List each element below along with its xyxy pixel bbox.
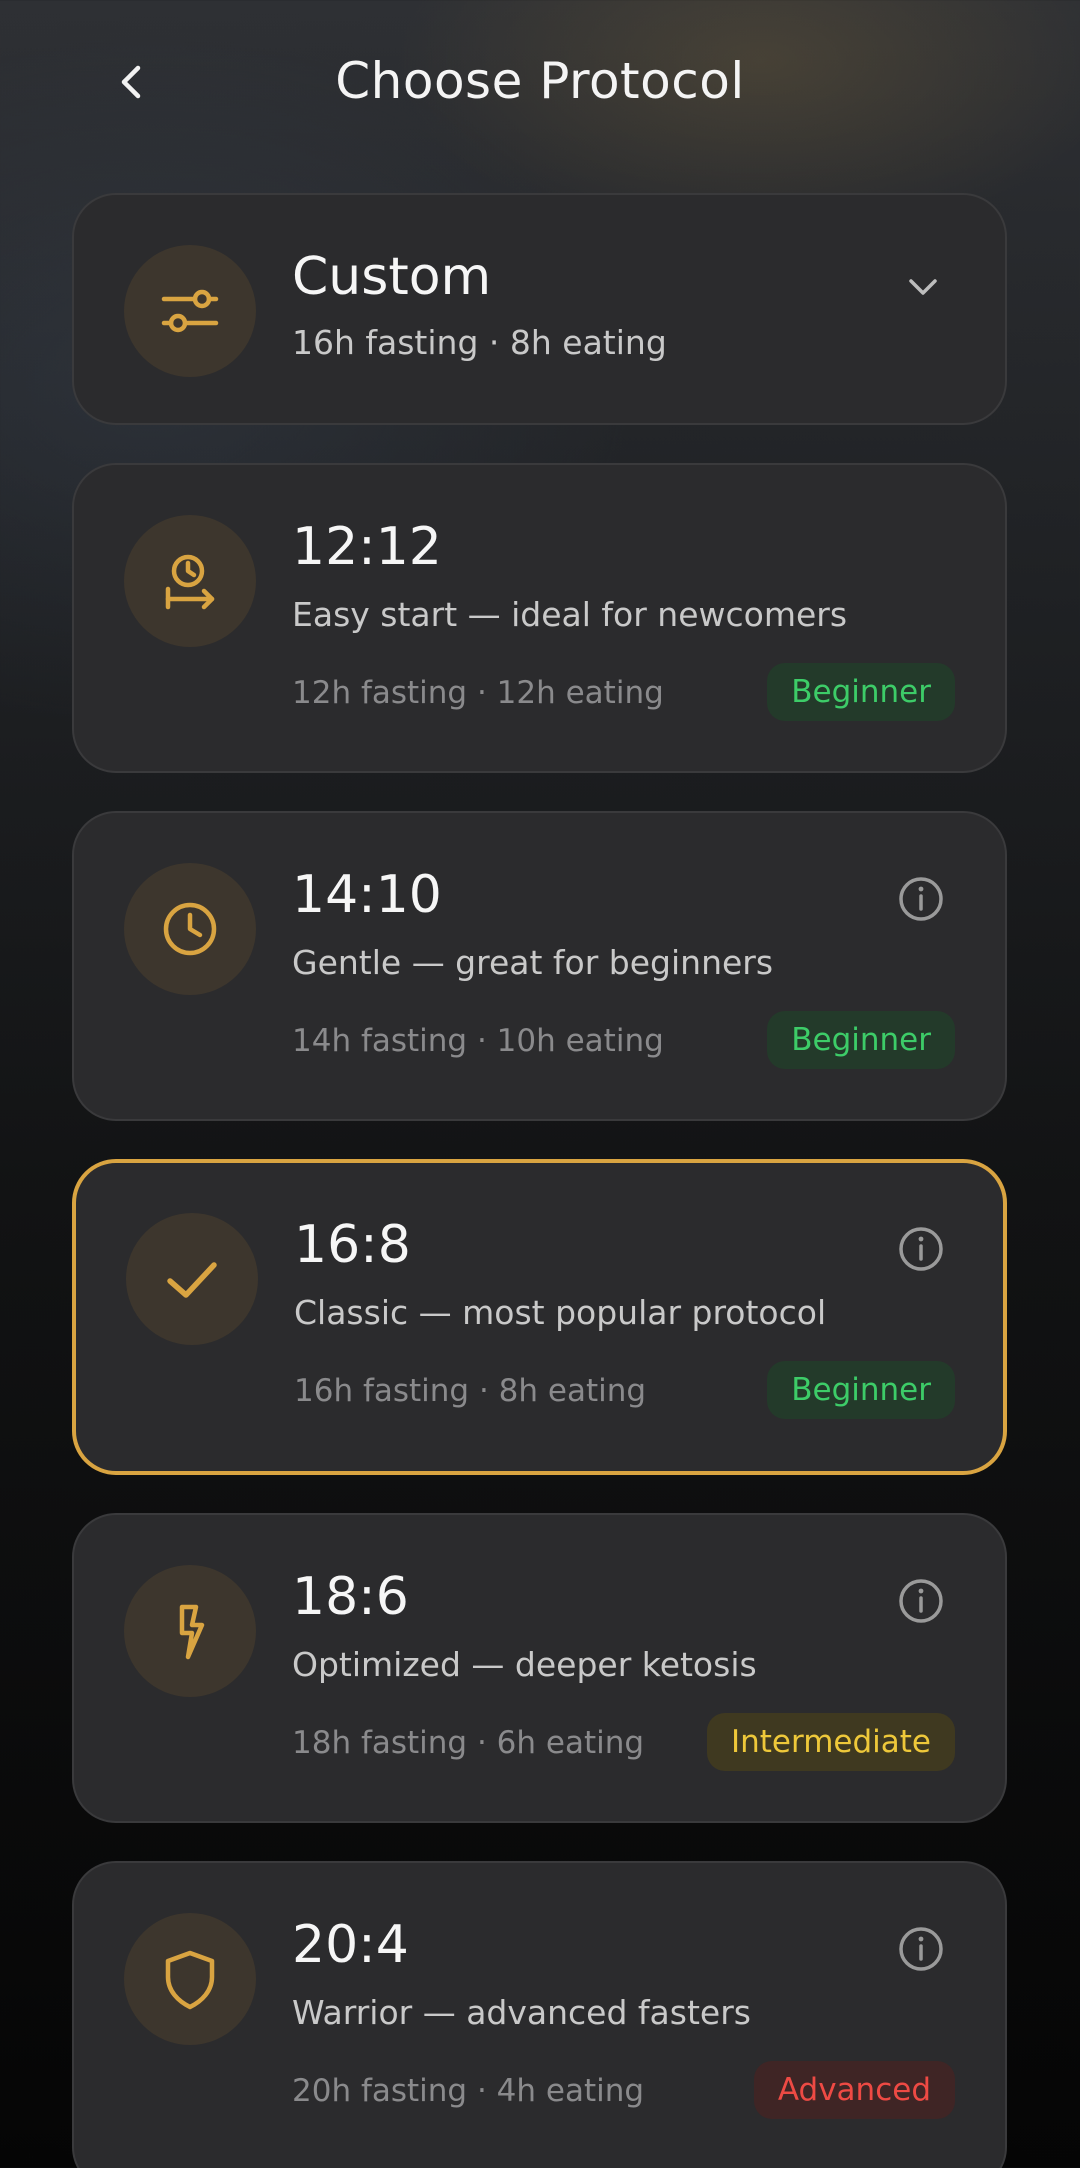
clock-arrow-icon: [165, 554, 215, 610]
shield-icon: [165, 1950, 215, 2010]
icon-circle: [124, 863, 256, 995]
protocol-description: Optimized — deeper ketosis: [292, 1645, 757, 1684]
info-button[interactable]: [895, 1923, 947, 1975]
level-badge: Beginner: [767, 1011, 955, 1069]
protocol-meta: 18h fasting · 6h eating: [292, 1725, 645, 1761]
protocol-meta: 14h fasting · 10h eating: [292, 1023, 664, 1059]
protocol-meta: 20h fasting · 4h eating: [292, 2073, 645, 2109]
icon-circle: [124, 245, 256, 377]
level-badge: Beginner: [767, 1361, 955, 1419]
clock-icon: [163, 902, 217, 956]
expand-button[interactable]: [901, 265, 945, 309]
protocol-meta: 12h fasting · 12h eating: [292, 675, 664, 711]
level-badge: Intermediate: [706, 1713, 955, 1771]
info-icon: [899, 1927, 943, 1971]
protocol-description: Warrior — advanced fasters: [292, 1993, 751, 2032]
protocol-title: 20:4: [292, 1915, 409, 1975]
protocol-description: Gentle — great for beginners: [292, 943, 774, 982]
header: Choose Protocol: [0, 0, 1080, 170]
protocol-description: Classic — most popular protocol: [294, 1293, 827, 1332]
sliders-icon: [161, 289, 219, 333]
protocol-title: 12:12: [292, 517, 442, 577]
protocol-description: Easy start — ideal for newcomers: [292, 595, 848, 634]
icon-circle: [124, 1913, 256, 2045]
lightning-icon: [179, 1604, 205, 1660]
protocol-meta: 16h fasting · 8h eating: [294, 1373, 647, 1409]
protocol-card-14-10[interactable]: 14:10 Gentle — great for beginners 14h f…: [72, 811, 1007, 1121]
protocol-title: 16:8: [294, 1215, 411, 1275]
custom-title: Custom: [292, 247, 492, 307]
info-button[interactable]: [895, 1575, 947, 1627]
protocol-card-20-4[interactable]: 20:4 Warrior — advanced fasters 20h fast…: [72, 1861, 1007, 2168]
protocol-title: 18:6: [292, 1567, 409, 1627]
protocol-card-16-8[interactable]: 16:8 Classic — most popular protocol 16h…: [72, 1159, 1007, 1475]
protocol-card-18-6[interactable]: 18:6 Optimized — deeper ketosis 18h fast…: [72, 1513, 1007, 1823]
level-badge: Beginner: [767, 663, 955, 721]
custom-protocol-card[interactable]: Custom 16h fasting · 8h eating: [72, 193, 1007, 425]
info-icon: [899, 877, 943, 921]
info-button[interactable]: [895, 873, 947, 925]
page-title: Choose Protocol: [335, 52, 745, 110]
chevron-down-icon: [909, 279, 937, 295]
info-icon: [899, 1579, 943, 1623]
icon-circle: [124, 1565, 256, 1697]
protocol-card-12-12[interactable]: 12:12 Easy start — ideal for newcomers 1…: [72, 463, 1007, 773]
level-badge: Advanced: [753, 2061, 955, 2119]
check-icon: [167, 1262, 217, 1298]
info-button[interactable]: [895, 1223, 947, 1275]
icon-circle: [126, 1213, 258, 1345]
icon-circle: [124, 515, 256, 647]
custom-subtitle: 16h fasting · 8h eating: [292, 323, 667, 362]
protocol-title: 14:10: [292, 865, 442, 925]
info-icon: [899, 1227, 943, 1271]
